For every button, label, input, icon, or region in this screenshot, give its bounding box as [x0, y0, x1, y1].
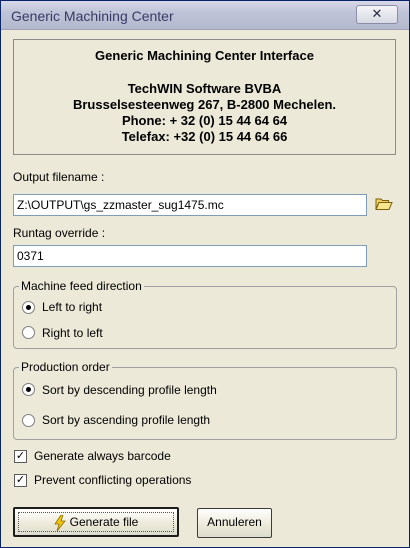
output-filename-field[interactable]: Z:\OUTPUT\gs_zzmaster_sug1475.mc [13, 194, 367, 216]
left-to-right-label[interactable]: Left to right [42, 300, 102, 314]
info-address: Brusselsesteenweg 267, B-2800 Mechelen. [72, 97, 337, 112]
production-order-group [13, 367, 397, 440]
window-title: Generic Machining Center [11, 8, 174, 24]
dialog-window: Generic Machining Center ✕ Generic Machi… [0, 0, 410, 548]
runtag-label: Runtag override : [13, 226, 106, 240]
runtag-field[interactable]: 0371 [13, 245, 367, 267]
radio-sort-descending[interactable] [22, 383, 35, 396]
prevent-conflicting-label[interactable]: Prevent conflicting operations [34, 473, 191, 487]
feed-direction-legend: Machine feed direction [19, 279, 144, 293]
production-order-legend: Production order [19, 360, 112, 374]
cancel-label: Annuleren [207, 515, 262, 529]
generate-barcode-label[interactable]: Generate always barcode [34, 449, 171, 463]
focus-rectangle [18, 512, 174, 532]
info-fax: Telefax: +32 (0) 15 44 64 66 [121, 129, 288, 144]
info-panel: Generic Machining Center Interface TechW… [13, 39, 396, 155]
radio-left-to-right[interactable] [22, 301, 35, 314]
radio-sort-ascending[interactable] [22, 414, 35, 427]
checkbox-generate-barcode[interactable]: ✓ [14, 450, 27, 463]
generate-file-button[interactable]: Generate file [13, 507, 179, 537]
folder-open-icon[interactable] [375, 197, 393, 211]
cancel-button[interactable]: Annuleren [197, 508, 272, 538]
info-company: TechWIN Software BVBA [127, 81, 282, 96]
close-icon: ✕ [371, 6, 383, 21]
sort-descending-label[interactable]: Sort by descending profile length [42, 383, 217, 397]
info-heading: Generic Machining Center Interface [95, 48, 314, 63]
checkbox-prevent-conflicting[interactable]: ✓ [14, 474, 27, 487]
info-phone: Phone: + 32 (0) 15 44 64 64 [121, 113, 288, 128]
right-to-left-label[interactable]: Right to left [42, 326, 103, 340]
title-bar[interactable]: Generic Machining Center ✕ [1, 1, 409, 30]
output-filename-label: Output filename : [13, 170, 105, 184]
radio-right-to-left[interactable] [22, 326, 35, 339]
close-button[interactable]: ✕ [356, 5, 398, 24]
sort-ascending-label[interactable]: Sort by ascending profile length [42, 413, 210, 427]
